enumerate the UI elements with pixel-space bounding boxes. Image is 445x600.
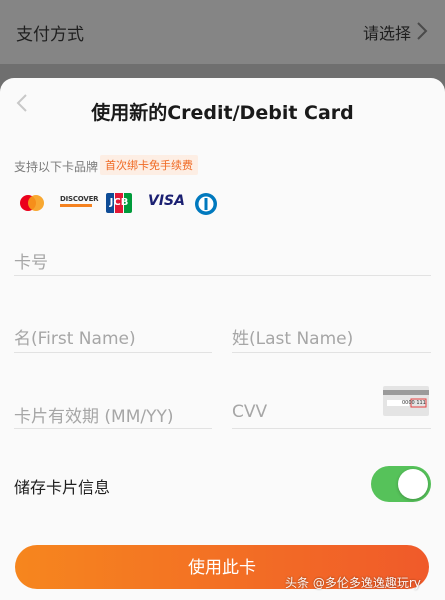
supported-brands-label: 支持以下卡品牌 <box>14 160 99 174</box>
discover-text: DISCOVER <box>60 195 99 203</box>
chevron-right-icon <box>417 22 428 40</box>
sheet-title: 使用新的Credit/Debit Card <box>91 102 354 124</box>
card-number-field[interactable]: 卡号 <box>14 248 48 273</box>
watermark: 头条 @多伦多逸逸趣玩ry <box>285 576 421 590</box>
divider <box>14 275 431 276</box>
divider <box>232 428 431 429</box>
save-card-toggle[interactable] <box>371 466 431 502</box>
jcb-icon: JCB <box>106 193 132 213</box>
cvv-card-number: 0000 111 <box>402 400 426 406</box>
divider <box>14 428 212 429</box>
payment-method-select-label[interactable]: 请选择 <box>363 20 411 44</box>
payment-method-title: 支付方式 <box>16 25 84 45</box>
cvv-field[interactable]: CVV <box>232 402 267 422</box>
jcb-text: JCB <box>109 197 129 208</box>
save-card-label: 储存卡片信息 <box>14 478 111 497</box>
diners-club-icon <box>195 193 217 215</box>
visa-icon: VISA <box>148 193 185 209</box>
fee-badge: 首次绑卡免手续费 <box>100 155 198 175</box>
divider <box>232 352 431 353</box>
expiry-field[interactable]: 卡片有效期 (MM/YY) <box>14 402 174 427</box>
first-name-field[interactable]: 名(First Name) <box>14 324 136 349</box>
payment-method-row[interactable]: 支付方式 请选择 <box>0 0 445 64</box>
divider <box>14 352 212 353</box>
last-name-field[interactable]: 姓(Last Name) <box>232 324 353 349</box>
mastercard-icon <box>20 195 44 211</box>
new-card-sheet: 使用新的Credit/Debit Card 支持以下卡品牌 首次绑卡免手续费 D… <box>0 78 445 600</box>
toggle-knob <box>398 469 428 499</box>
discover-icon: DISCOVER <box>60 195 99 211</box>
cvv-card-icon: 0000 111 <box>383 386 429 416</box>
